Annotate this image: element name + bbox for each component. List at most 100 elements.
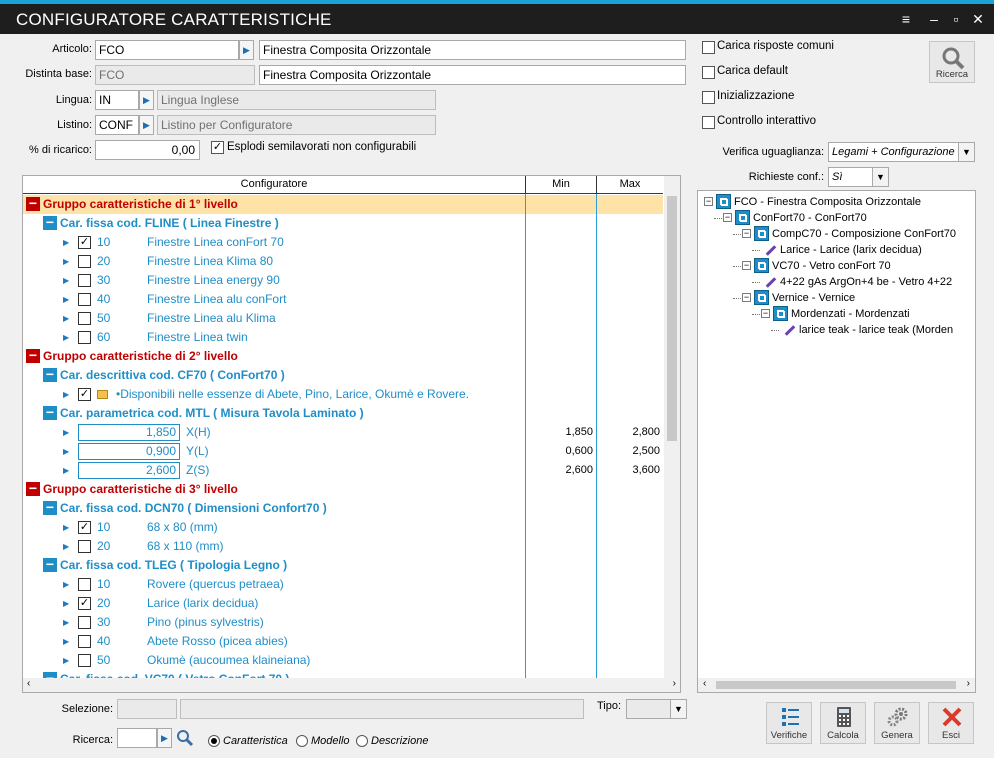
value-row[interactable]: ▶ 20 68 x 110 (mm) (23, 537, 663, 556)
listino-code-input[interactable]: CONF (95, 115, 139, 135)
parameter-input[interactable]: 1,850 (78, 424, 180, 441)
column-header-configuratore[interactable]: Configuratore (23, 176, 525, 194)
esplodi-checkbox[interactable]: ✓ (211, 141, 224, 154)
horizontal-scrollbar[interactable]: ‹ › (23, 678, 680, 692)
value-checkbox[interactable] (78, 293, 91, 306)
structure-tree[interactable]: − FCO - Finestra Composita Orizzontale − Co… (697, 190, 976, 693)
verifiche-button[interactable]: Verifiche (766, 702, 812, 744)
tree-expander-icon[interactable]: − (742, 261, 751, 270)
configuratore-grid[interactable]: Configuratore Min Max − Gruppo caratteris… (22, 175, 681, 693)
tree-node[interactable]: − CompC70 - Composizione ConFort70 (698, 226, 975, 242)
value-checkbox[interactable] (78, 540, 91, 553)
maximize-icon[interactable]: ▫ (945, 8, 967, 30)
collapse-icon[interactable]: − (43, 557, 57, 572)
carica-default-checkbox[interactable] (702, 66, 715, 79)
ricerca-button[interactable]: Ricerca (929, 41, 975, 83)
value-checkbox[interactable] (78, 578, 91, 591)
radio-descrizione[interactable] (356, 735, 368, 747)
value-checkbox[interactable] (78, 654, 91, 667)
parameter-input[interactable]: 0,900 (78, 443, 180, 460)
characteristic-row[interactable]: − Car. parametrica cod. MTL ( Misura Tavo… (23, 404, 663, 423)
collapse-icon[interactable]: − (43, 500, 57, 515)
description-row[interactable]: ▶ ✓ •Disponibili nelle essenze di Abete, P… (23, 385, 663, 404)
column-header-min[interactable]: Min (526, 176, 596, 194)
scrollbar-thumb[interactable] (667, 196, 677, 441)
carica-risposte-checkbox[interactable] (702, 41, 715, 54)
tree-node[interactable]: − FCO - Finestra Composita Orizzontale (698, 194, 975, 210)
tree-node[interactable]: larice teak - larice teak (Morden (698, 322, 975, 338)
tree-node[interactable]: − VC70 - Vetro conFort 70 (698, 258, 975, 274)
group-row[interactable]: − Gruppo caratteristiche di 3° livello (23, 480, 663, 499)
value-row[interactable]: ▶ 20 Finestre Linea Klima 80 (23, 252, 663, 271)
inizializzazione-checkbox[interactable] (702, 91, 715, 104)
chevron-down-icon[interactable]: ▼ (872, 168, 888, 186)
chevron-down-icon[interactable]: ▼ (670, 700, 686, 718)
value-checkbox[interactable] (78, 312, 91, 325)
richieste-select[interactable]: Sì ▼ (828, 167, 889, 187)
value-checkbox[interactable] (78, 331, 91, 344)
menu-icon[interactable]: ≡ (895, 8, 917, 30)
ricerca-input[interactable] (117, 728, 157, 748)
tree-expander-icon[interactable]: − (761, 309, 770, 318)
tree-horizontal-scrollbar[interactable]: ‹ › (698, 678, 975, 692)
tree-node[interactable]: Larice - Larice (larix decidua) (698, 242, 975, 258)
value-row[interactable]: ▶ 50 Finestre Linea alu Klima (23, 309, 663, 328)
parameter-row[interactable]: ▶ 0,900 Y(L) 0,600 2,500 (23, 442, 663, 461)
value-checkbox[interactable]: ✓ (78, 521, 91, 534)
parameter-row[interactable]: ▶ 2,600 Z(S) 2,600 3,600 (23, 461, 663, 480)
esci-button[interactable]: Esci (928, 702, 974, 744)
tree-node[interactable]: 4+22 gAs ArgOn+4 be - Vetro 4+22 (698, 274, 975, 290)
characteristic-row[interactable]: − Car. descrittiva cod. CF70 ( ConFort70 … (23, 366, 663, 385)
lingua-lookup-button[interactable]: ▶ (139, 90, 154, 110)
distinta-desc-input[interactable]: Finestra Composita Orizzontale (259, 65, 686, 85)
group-row[interactable]: − Gruppo caratteristiche di 1° livello (23, 195, 663, 214)
value-row[interactable]: ▶ ✓ 10 Finestre Linea conFort 70 (23, 233, 663, 252)
scroll-right-icon[interactable]: › (673, 678, 676, 689)
value-row[interactable]: ▶ 60 Finestre Linea twin (23, 328, 663, 347)
value-checkbox[interactable] (78, 635, 91, 648)
articolo-lookup-button[interactable]: ▶ (239, 40, 254, 60)
articolo-code-input[interactable]: FCO (95, 40, 239, 60)
value-row[interactable]: ▶ 50 Okumè (aucoumea klaineiana) (23, 651, 663, 670)
value-checkbox[interactable] (78, 274, 91, 287)
tree-expander-icon[interactable]: − (742, 229, 751, 238)
radio-modello[interactable] (296, 735, 308, 747)
value-row[interactable]: ▶ 10 Rovere (quercus petraea) (23, 575, 663, 594)
chevron-down-icon[interactable]: ▼ (958, 143, 974, 161)
characteristic-row[interactable]: − Car. fissa cod. FLINE ( Linea Finestre … (23, 214, 663, 233)
tree-scrollbar-thumb[interactable] (716, 681, 956, 689)
group-row[interactable]: − Gruppo caratteristiche di 2° livello (23, 347, 663, 366)
collapse-icon[interactable]: − (43, 215, 57, 230)
ricerca-lookup-button[interactable]: ▶ (157, 728, 172, 748)
value-row[interactable]: ▶ 40 Abete Rosso (picea abies) (23, 632, 663, 651)
value-checkbox[interactable]: ✓ (78, 236, 91, 249)
tree-node[interactable]: − ConFort70 - ConFort70 (698, 210, 975, 226)
collapse-icon[interactable]: − (43, 367, 57, 382)
scroll-left-icon[interactable]: ‹ (703, 678, 706, 689)
value-row[interactable]: ▶ 40 Finestre Linea alu conFort (23, 290, 663, 309)
collapse-icon[interactable]: − (26, 481, 40, 496)
parameter-row[interactable]: ▶ 1,850 X(H) 1,850 2,800 (23, 423, 663, 442)
collapse-icon[interactable]: − (26, 196, 40, 211)
column-header-max[interactable]: Max (597, 176, 663, 194)
value-row[interactable]: ▶ ✓ 10 68 x 80 (mm) (23, 518, 663, 537)
minimize-icon[interactable]: – (923, 8, 945, 30)
tree-expander-icon[interactable]: − (723, 213, 732, 222)
tree-node[interactable]: − Vernice - Vernice (698, 290, 975, 306)
listino-lookup-button[interactable]: ▶ (139, 115, 154, 135)
characteristic-row[interactable]: − Car. fissa cod. DCN70 ( Dimensioni Conf… (23, 499, 663, 518)
ricarico-input[interactable]: 0,00 (95, 140, 200, 160)
value-row[interactable]: ▶ 30 Pino (pinus sylvestris) (23, 613, 663, 632)
characteristic-row[interactable]: − Car. fissa cod. TLEG ( Tipologia Legno … (23, 556, 663, 575)
vertical-scrollbar[interactable] (664, 176, 680, 678)
verifica-select[interactable]: Legami + Configurazione ▼ (828, 142, 975, 162)
value-checkbox[interactable]: ✓ (78, 597, 91, 610)
controllo-checkbox[interactable] (702, 116, 715, 129)
value-checkbox[interactable] (78, 255, 91, 268)
calcola-button[interactable]: Calcola (820, 702, 866, 744)
value-row[interactable]: ▶ 30 Finestre Linea energy 90 (23, 271, 663, 290)
close-icon[interactable]: ✕ (967, 8, 989, 30)
articolo-desc-input[interactable]: Finestra Composita Orizzontale (259, 40, 686, 60)
scroll-left-icon[interactable]: ‹ (27, 678, 30, 689)
scroll-right-icon[interactable]: › (967, 678, 970, 689)
